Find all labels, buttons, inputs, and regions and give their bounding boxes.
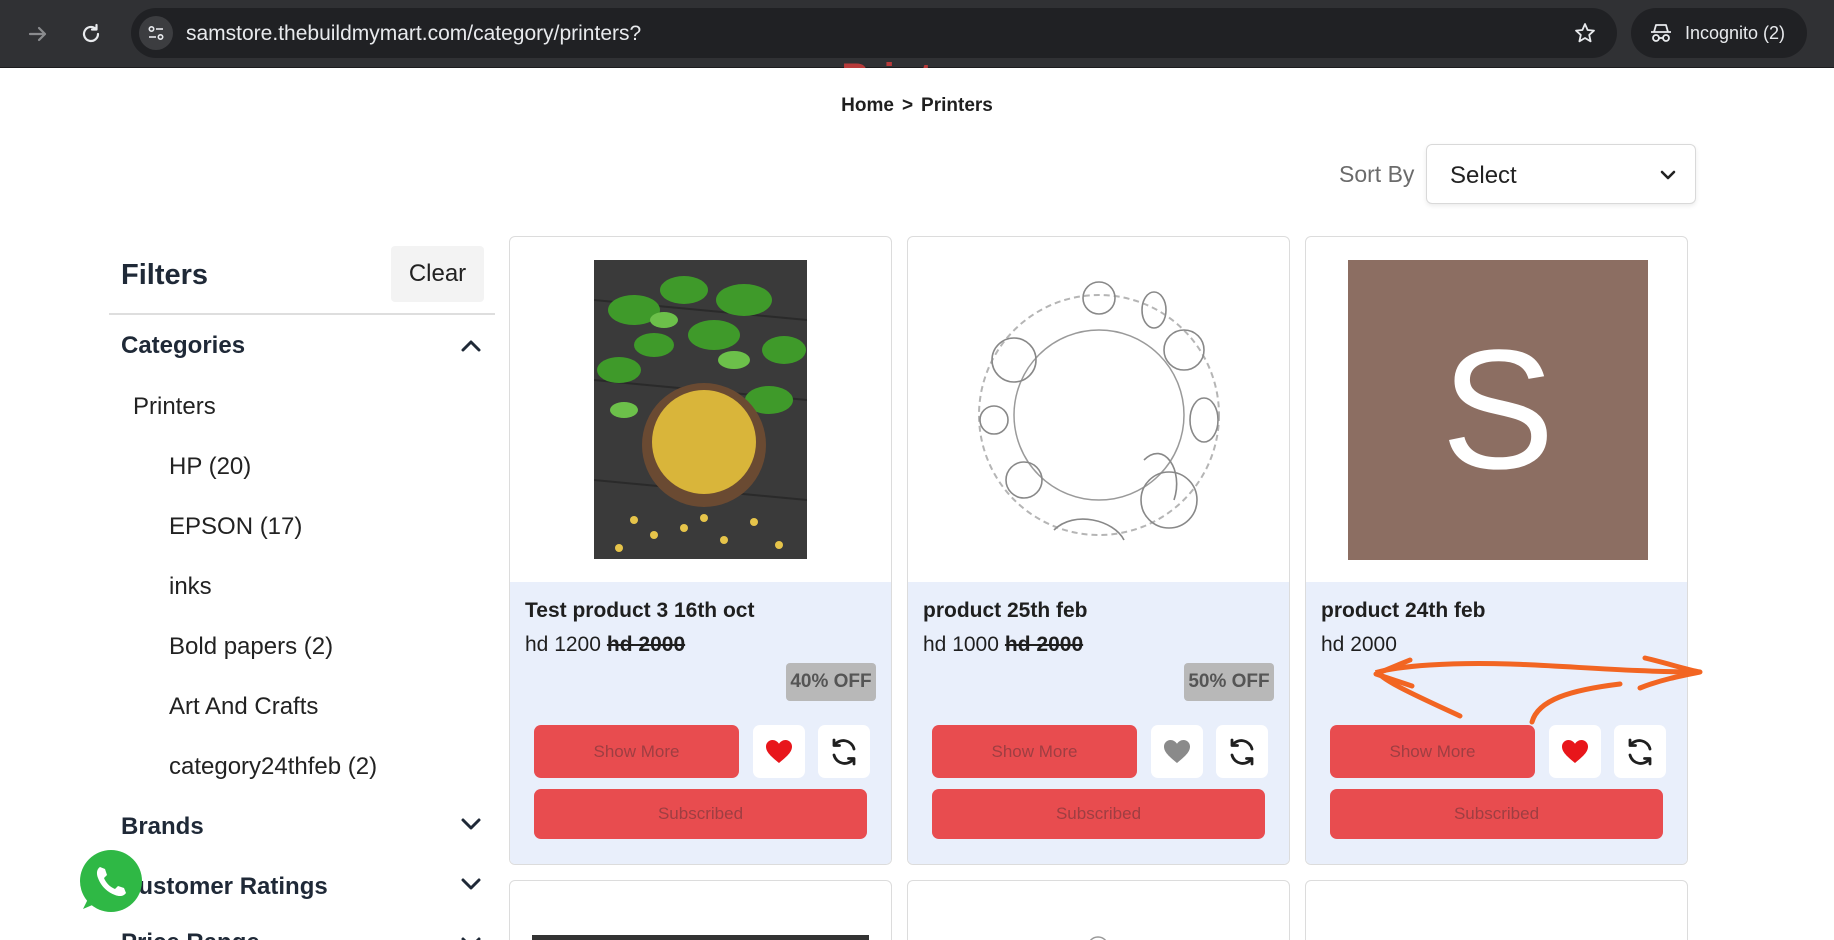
breadcrumb-separator: > bbox=[901, 95, 914, 116]
sort-by-label: Sort By bbox=[1339, 161, 1415, 187]
original-price: hd 2000 bbox=[1004, 633, 1084, 656]
category-item[interactable]: EPSON (17) bbox=[169, 513, 302, 541]
product-card[interactable]: Test product 3 16th oct hd 1200 hd 2000 4… bbox=[509, 236, 892, 865]
product-name[interactable]: Test product 3 16th oct bbox=[525, 599, 754, 623]
product-card[interactable] bbox=[509, 880, 892, 940]
product-name[interactable]: product 24th feb bbox=[1321, 599, 1486, 623]
whatsapp-chat-button[interactable] bbox=[60, 843, 151, 927]
current-price: hd 1000 bbox=[923, 633, 999, 656]
categories-section-header[interactable]: Categories bbox=[121, 332, 245, 360]
food-sketch-image bbox=[978, 281, 1220, 541]
wishlist-button[interactable] bbox=[753, 725, 805, 778]
whatsapp-icon bbox=[60, 844, 142, 923]
category-item[interactable]: Art And Crafts bbox=[169, 693, 318, 721]
food-sketch-image bbox=[1089, 936, 1107, 940]
heart-icon bbox=[1562, 739, 1588, 763]
show-more-button[interactable]: Show More bbox=[534, 725, 739, 778]
filters-divider bbox=[109, 313, 495, 315]
refresh-compare-icon bbox=[832, 738, 856, 765]
product-card[interactable] bbox=[907, 880, 1290, 940]
fenugreek-image bbox=[594, 260, 807, 559]
breadcrumb-home[interactable]: Home bbox=[841, 95, 894, 116]
product-price: hd 1000 hd 2000 bbox=[923, 633, 1083, 657]
refresh-compare-icon bbox=[1628, 738, 1652, 765]
category-item[interactable]: category24thfeb (2) bbox=[169, 753, 377, 781]
product-image[interactable] bbox=[954, 270, 1244, 566]
compare-button[interactable] bbox=[1614, 725, 1666, 778]
chevron-down-icon[interactable] bbox=[458, 811, 484, 837]
breadcrumb: Home > Printers bbox=[0, 95, 1834, 117]
product-card[interactable]: S product 24th feb hd 2000 Show More Sub… bbox=[1305, 236, 1688, 865]
show-more-button[interactable]: Show More bbox=[932, 725, 1137, 778]
clear-filters-button[interactable]: Clear bbox=[391, 246, 484, 302]
annotation-arrow bbox=[1373, 655, 1703, 725]
subscribed-button[interactable]: Subscribed bbox=[1330, 789, 1663, 839]
compare-button[interactable] bbox=[818, 725, 870, 778]
page-title-clipped: Printers bbox=[0, 40, 1834, 68]
current-price: hd 1200 bbox=[525, 633, 601, 656]
heart-icon bbox=[1164, 739, 1190, 763]
chevron-up-icon[interactable] bbox=[458, 333, 484, 359]
product-card[interactable] bbox=[1305, 880, 1688, 940]
subscribed-button[interactable]: Subscribed bbox=[932, 789, 1265, 839]
breadcrumb-current: Printers bbox=[921, 95, 993, 116]
category-printers[interactable]: Printers bbox=[133, 393, 216, 421]
refresh-compare-icon bbox=[1230, 738, 1254, 765]
product-image[interactable] bbox=[594, 260, 807, 559]
category-item[interactable]: HP (20) bbox=[169, 453, 251, 481]
show-more-button[interactable]: Show More bbox=[1330, 725, 1535, 778]
chevron-down-icon[interactable] bbox=[458, 930, 484, 940]
sort-select[interactable]: Select bbox=[1426, 144, 1696, 204]
product-image[interactable] bbox=[532, 935, 869, 940]
price-section-header[interactable]: Price Range bbox=[121, 929, 260, 940]
original-price: hd 2000 bbox=[606, 633, 686, 656]
placeholder-letter: S bbox=[1441, 315, 1555, 505]
product-price: hd 1200 hd 2000 bbox=[525, 633, 685, 657]
page-title: Printers bbox=[0, 56, 1834, 68]
discount-badge: 50% OFF bbox=[1184, 663, 1274, 701]
subscribed-button[interactable]: Subscribed bbox=[534, 789, 867, 839]
chevron-down-icon[interactable] bbox=[458, 871, 484, 897]
wishlist-button[interactable] bbox=[1549, 725, 1601, 778]
sort-select-value: Select bbox=[1450, 162, 1517, 189]
product-image-placeholder[interactable]: S bbox=[1348, 260, 1648, 560]
product-name[interactable]: product 25th feb bbox=[923, 599, 1088, 623]
heart-icon bbox=[766, 739, 792, 763]
ratings-section-header[interactable]: Customer Ratings bbox=[121, 873, 328, 901]
chevron-down-icon bbox=[1660, 170, 1676, 180]
fenugreek-image bbox=[532, 935, 869, 940]
brands-section-header[interactable]: Brands bbox=[121, 813, 204, 841]
category-item[interactable]: inks bbox=[169, 573, 212, 601]
product-card[interactable]: product 25th feb hd 1000 hd 2000 50% OFF … bbox=[907, 236, 1290, 865]
filters-title: Filters bbox=[121, 259, 209, 291]
discount-badge: 40% OFF bbox=[786, 663, 876, 701]
wishlist-button[interactable] bbox=[1151, 725, 1203, 778]
compare-button[interactable] bbox=[1216, 725, 1268, 778]
category-item[interactable]: Bold papers (2) bbox=[169, 633, 333, 661]
